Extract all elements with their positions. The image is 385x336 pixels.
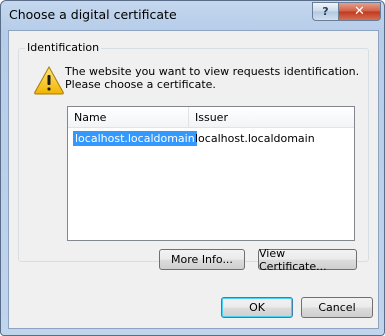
cancel-label: Cancel [318,301,356,314]
message-line-2: Please choose a certificate. [65,78,216,91]
dialog-body: Identification The website you want to v… [8,30,379,329]
ok-button[interactable]: OK [221,297,293,318]
certificate-issuer[interactable]: localhost.localdomain [195,131,315,146]
close-button[interactable]: ✕ [338,2,381,21]
column-divider[interactable] [188,107,189,127]
cancel-button[interactable]: Cancel [301,297,373,318]
column-header-issuer[interactable]: Issuer [195,111,228,124]
warning-icon [34,65,64,95]
close-icon: ✕ [354,4,365,19]
more-info-label: More Info... [171,253,233,266]
ok-label: OK [249,301,265,314]
window-title: Choose a digital certificate [9,7,177,22]
help-icon: ? [322,5,329,18]
view-certificate-label: View Certificate... [259,246,327,273]
column-header-name[interactable]: Name [74,111,106,124]
title-bar[interactable]: Choose a digital certificate ? ✕ [1,1,384,29]
request-message: The website you want to view requests id… [65,65,359,91]
message-line-1: The website you want to view requests id… [65,65,360,78]
list-item[interactable]: localhost.localdomain localhost.localdom… [68,131,354,146]
certificate-dialog: Choose a digital certificate ? ✕ Identif… [0,0,385,336]
more-info-button[interactable]: More Info... [159,249,245,270]
view-certificate-button[interactable]: View Certificate... [258,246,357,273]
groupbox-label: Identification [25,41,102,54]
help-button[interactable]: ? [312,2,339,21]
certificate-list[interactable]: Name Issuer localhost.localdomain localh… [67,106,355,241]
list-header: Name Issuer [68,107,354,128]
certificate-name[interactable]: localhost.localdomain [73,131,197,146]
